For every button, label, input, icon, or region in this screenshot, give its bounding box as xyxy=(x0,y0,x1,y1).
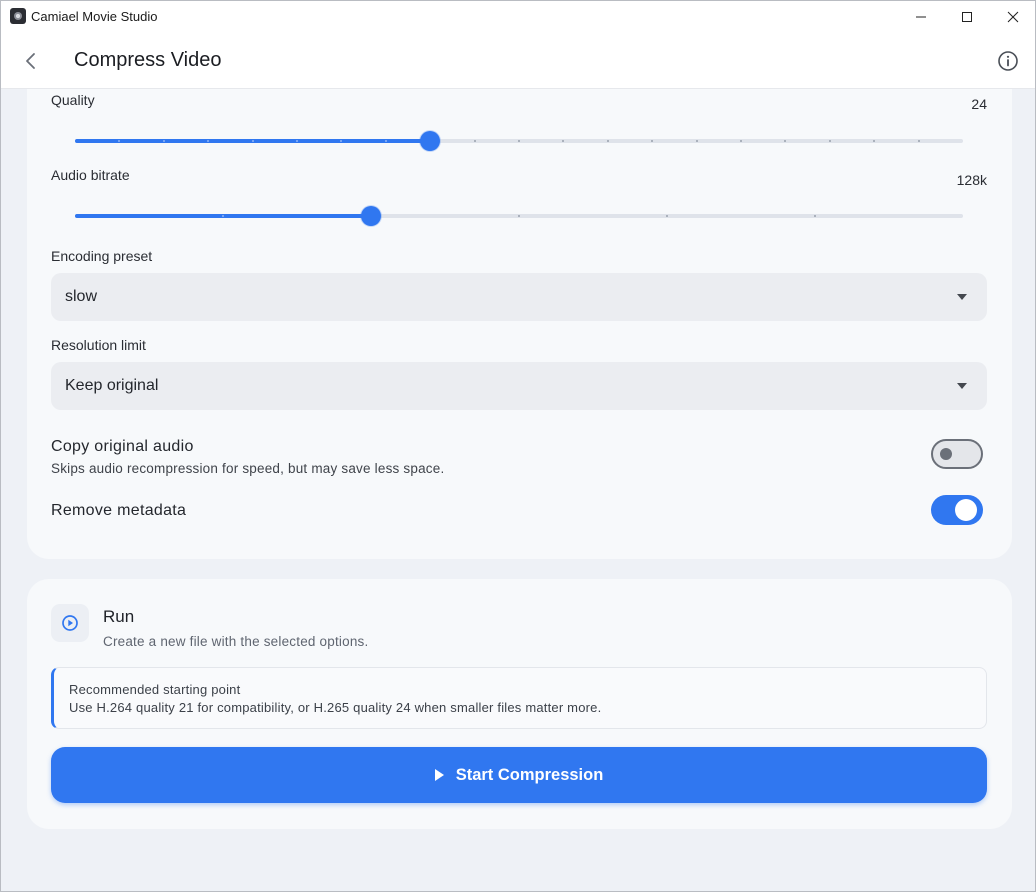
dropdown-arrow-icon xyxy=(957,383,967,389)
slider-tick xyxy=(340,140,342,142)
resolution-limit-label: Resolution limit xyxy=(51,337,146,353)
callout-title: Recommended starting point xyxy=(69,682,241,697)
slider-tick xyxy=(562,140,564,142)
resolution-limit-value: Keep original xyxy=(65,377,159,394)
slider-tick xyxy=(518,140,520,142)
run-description: Create a new file with the selected opti… xyxy=(103,634,369,649)
copy-audio-toggle[interactable] xyxy=(931,439,983,469)
maximize-button[interactable] xyxy=(944,1,990,33)
quality-slider-thumb[interactable] xyxy=(420,131,440,151)
resolution-limit-select[interactable]: Keep original xyxy=(51,362,987,410)
remove-metadata-title: Remove metadata xyxy=(51,502,187,519)
close-icon xyxy=(1007,11,1019,23)
audio-bitrate-value: 128k xyxy=(956,172,987,188)
audio-bitrate-label: Audio bitrate xyxy=(51,167,130,183)
slider-tick xyxy=(252,140,254,142)
slider-tick xyxy=(666,215,668,217)
play-icon xyxy=(434,769,444,781)
toggle-knob xyxy=(940,448,952,460)
play-circle-icon xyxy=(62,615,78,631)
app-window: Camiael Movie Studio Compress Video Qual… xyxy=(0,0,1036,892)
app-logo-icon xyxy=(10,8,26,24)
slider-tick xyxy=(918,140,920,142)
minimize-button[interactable] xyxy=(898,1,944,33)
quality-label: Quality xyxy=(51,92,95,108)
start-compression-button[interactable]: Start Compression xyxy=(51,747,987,803)
chevron-left-icon xyxy=(26,53,35,69)
quality-slider[interactable] xyxy=(75,131,963,151)
slider-tick xyxy=(696,140,698,142)
slider-tick xyxy=(385,140,387,142)
info-icon xyxy=(998,51,1018,71)
slider-tick xyxy=(474,140,476,142)
back-button[interactable] xyxy=(17,47,45,75)
copy-audio-description: Skips audio recompression for speed, but… xyxy=(51,461,445,476)
toggle-knob xyxy=(955,499,977,521)
dropdown-arrow-icon xyxy=(957,294,967,300)
slider-tick xyxy=(814,215,816,217)
slider-tick xyxy=(784,140,786,142)
run-icon-box xyxy=(51,604,89,642)
callout-body: Use H.264 quality 21 for compatibility, … xyxy=(69,700,602,715)
slider-tick xyxy=(740,140,742,142)
slider-tick xyxy=(518,215,520,217)
encoding-preset-label: Encoding preset xyxy=(51,248,153,264)
page-header: Compress Video xyxy=(1,33,1035,89)
run-title: Run xyxy=(103,607,135,626)
encoding-preset-select[interactable]: slow xyxy=(51,273,987,321)
slider-tick xyxy=(163,140,165,142)
info-button[interactable] xyxy=(995,48,1021,74)
slider-tick xyxy=(118,140,120,142)
slider-tick xyxy=(296,140,298,142)
quality-value: 24 xyxy=(971,96,987,112)
slider-tick xyxy=(829,140,831,142)
encoding-preset-value: slow xyxy=(65,288,98,305)
maximize-icon xyxy=(962,12,972,22)
page-title: Compress Video xyxy=(74,49,222,71)
audio-bitrate-slider-thumb[interactable] xyxy=(361,206,381,226)
remove-metadata-toggle[interactable] xyxy=(931,495,983,525)
slider-tick xyxy=(207,140,209,142)
slider-tick xyxy=(607,140,609,142)
copy-audio-title: Copy original audio xyxy=(51,438,194,455)
app-title: Camiael Movie Studio xyxy=(31,9,158,24)
close-button[interactable] xyxy=(990,1,1035,33)
audio-bitrate-slider[interactable] xyxy=(75,206,963,226)
settings-card xyxy=(27,89,1012,559)
slider-tick xyxy=(651,140,653,142)
minimize-icon xyxy=(916,16,926,18)
title-bar: Camiael Movie Studio xyxy=(1,1,1035,33)
start-compression-label: Start Compression xyxy=(455,765,604,784)
slider-tick xyxy=(222,215,224,217)
recommendation-callout: Recommended starting point Use H.264 qua… xyxy=(51,667,987,729)
slider-tick xyxy=(873,140,875,142)
